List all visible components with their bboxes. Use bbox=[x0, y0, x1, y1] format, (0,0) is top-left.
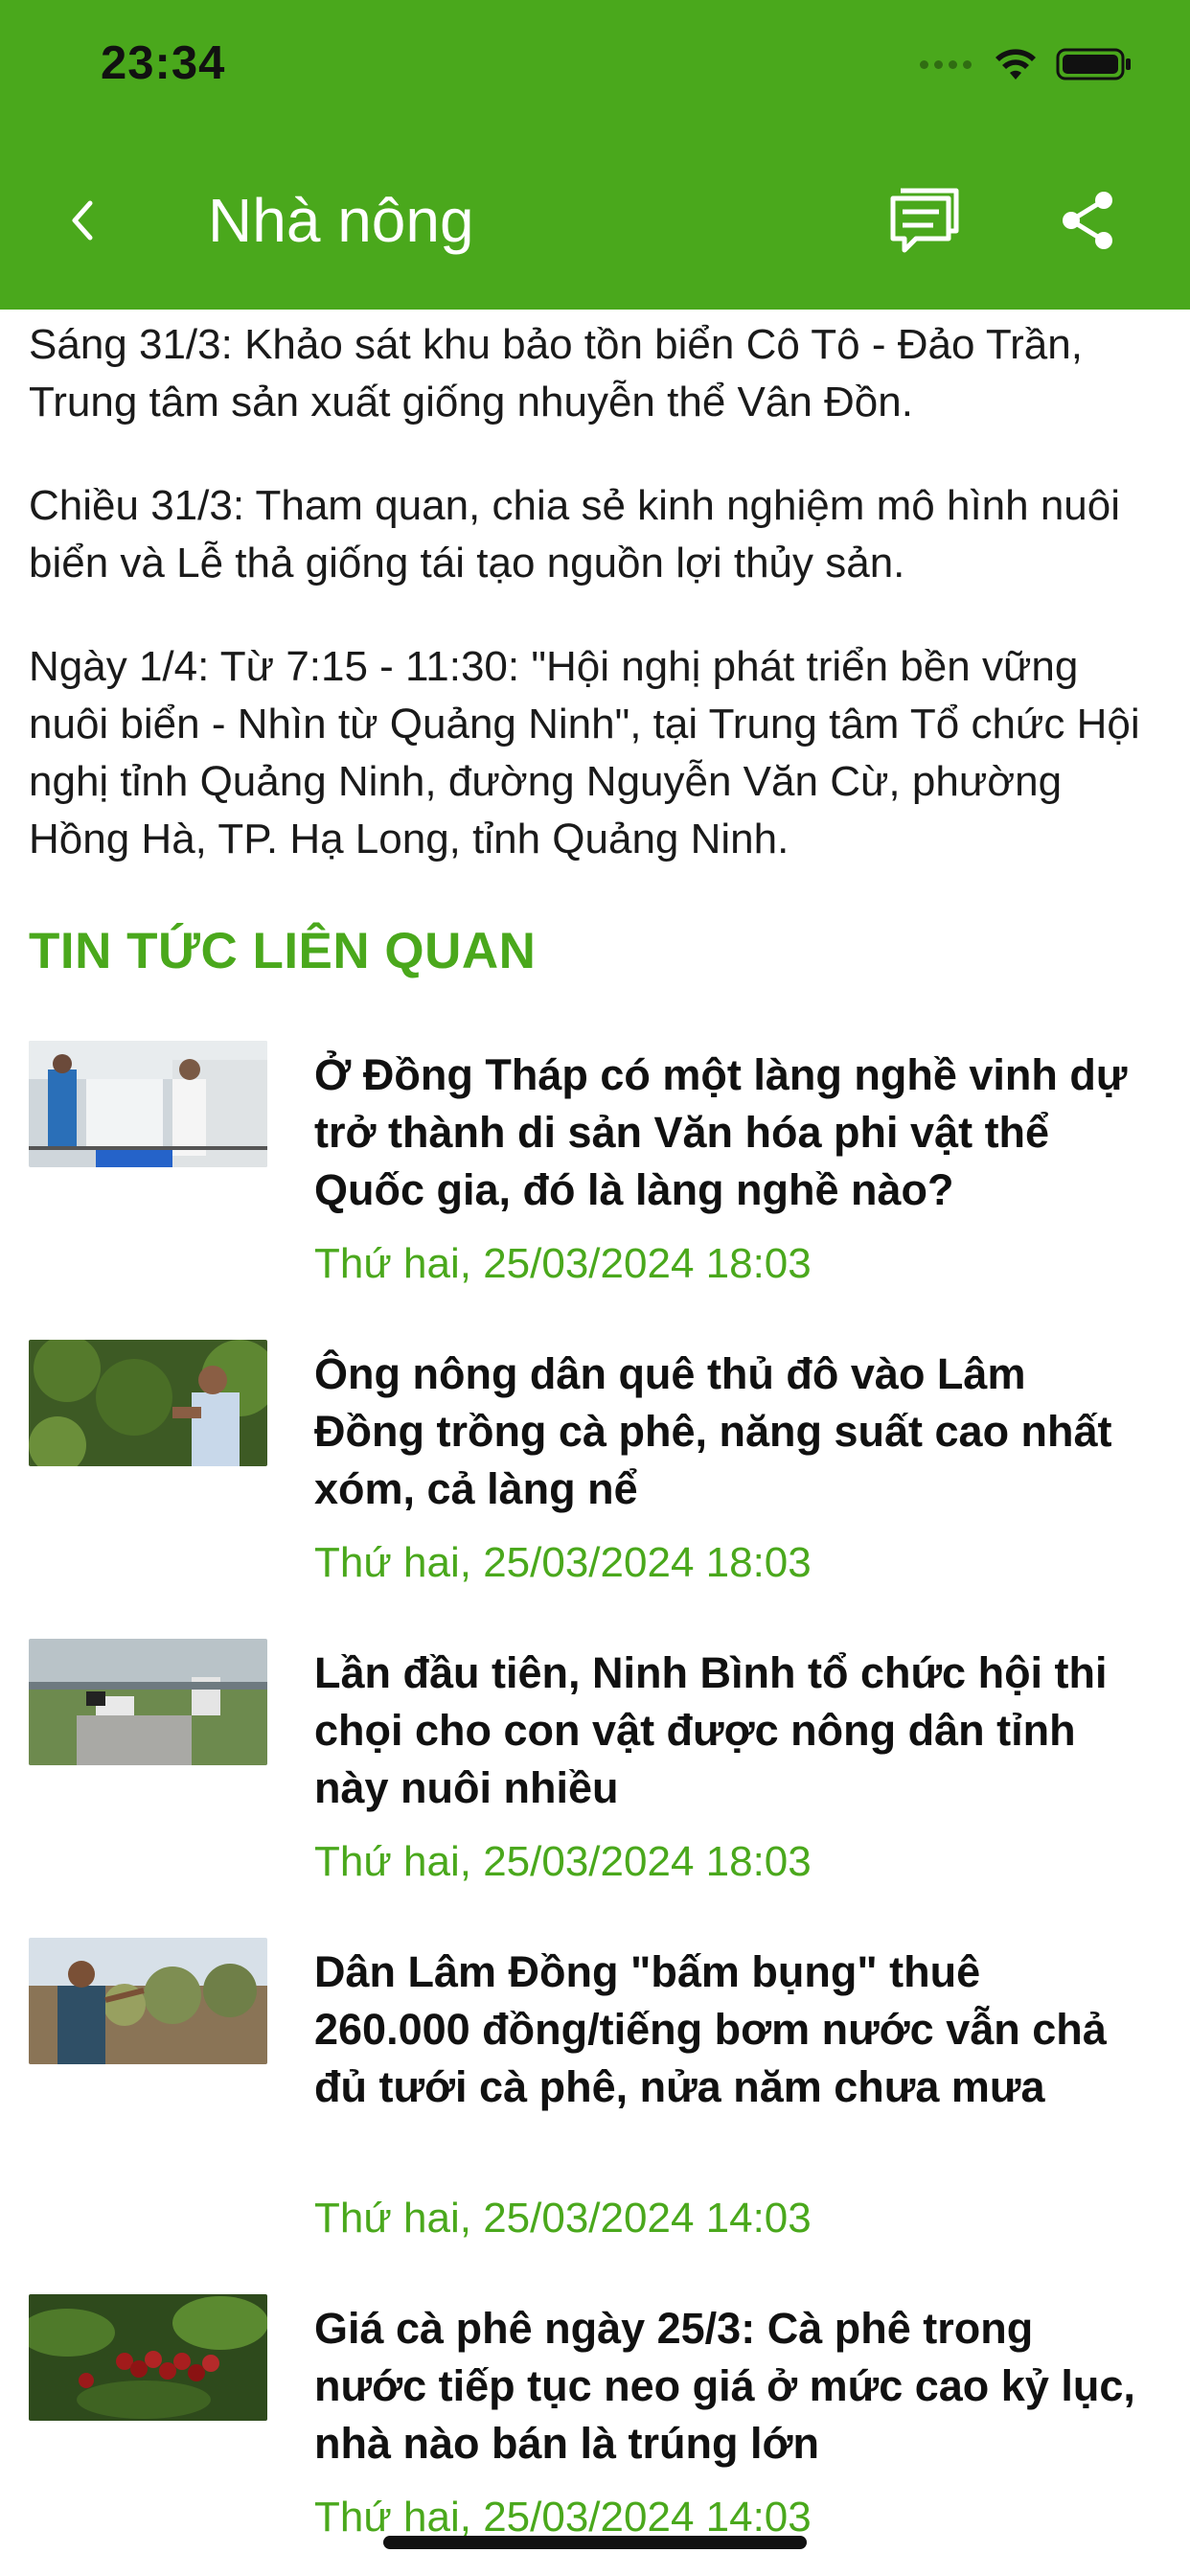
news-thumbnail bbox=[29, 1938, 267, 2064]
comments-button[interactable] bbox=[886, 182, 963, 259]
status-icons bbox=[920, 42, 1133, 86]
related-news-item[interactable]: Giá cà phê ngày 25/3: Cà phê trong nước … bbox=[0, 2294, 1190, 2572]
back-button[interactable] bbox=[53, 182, 110, 259]
news-thumbnail bbox=[29, 2294, 267, 2421]
news-title[interactable]: Dân Lâm Đồng "bấm bụng" thuê 260.000 đồn… bbox=[314, 1944, 1138, 2116]
related-news-item[interactable]: Lần đầu tiên, Ninh Bình tổ chức hội thi … bbox=[0, 1639, 1190, 1898]
article-paragraph: Chiều 31/3: Tham quan, chia sẻ kinh nghi… bbox=[29, 482, 1121, 586]
related-news-item[interactable]: Ông nông dân quê thủ đô vào Lâm Đồng trồ… bbox=[0, 1340, 1190, 1598]
cellular-signal-icon bbox=[920, 59, 972, 69]
status-time: 23:34 bbox=[101, 37, 226, 89]
news-thumbnail bbox=[29, 1340, 267, 1466]
news-title[interactable]: Giá cà phê ngày 25/3: Cà phê trong nước … bbox=[314, 2300, 1138, 2472]
related-news-item[interactable]: Ở Đồng Tháp có một làng nghề vinh dự trở… bbox=[0, 1041, 1190, 1300]
page-title: Nhà nông bbox=[208, 186, 474, 255]
news-date: Thứ hai, 25/03/2024 14:03 bbox=[314, 2494, 812, 2541]
news-title[interactable]: Ở Đồng Tháp có một làng nghề vinh dự trở… bbox=[314, 1046, 1138, 1219]
screen: 23:34 Nhà nông Sáng 31/3: Khảo sát khu b… bbox=[0, 0, 1190, 2576]
news-date: Thứ hai, 25/03/2024 18:03 bbox=[314, 1539, 812, 1586]
share-button[interactable] bbox=[1049, 182, 1126, 259]
article-body: Sáng 31/3: Khảo sát khu bảo tồn biển Cô … bbox=[29, 316, 1161, 914]
news-title[interactable]: Lần đầu tiên, Ninh Bình tổ chức hội thi … bbox=[314, 1644, 1138, 1817]
news-title[interactable]: Ông nông dân quê thủ đô vào Lâm Đồng trồ… bbox=[314, 1346, 1138, 1518]
news-date: Thứ hai, 25/03/2024 18:03 bbox=[314, 1838, 812, 1885]
wifi-icon bbox=[995, 49, 1036, 80]
comment-icon bbox=[890, 188, 959, 253]
news-thumbnail bbox=[29, 1639, 267, 1765]
news-thumbnail bbox=[29, 1041, 267, 1167]
home-indicator[interactable] bbox=[383, 2536, 807, 2549]
news-date: Thứ hai, 25/03/2024 18:03 bbox=[314, 1240, 812, 1287]
chevron-left-icon bbox=[72, 200, 93, 241]
battery-icon bbox=[1056, 48, 1131, 80]
news-date: Thứ hai, 25/03/2024 14:03 bbox=[314, 2195, 812, 2242]
share-icon bbox=[1063, 192, 1112, 249]
related-news-item[interactable]: Dân Lâm Đồng "bấm bụng" thuê 260.000 đồn… bbox=[0, 1938, 1190, 2254]
related-news-heading: TIN TỨC LIÊN QUAN bbox=[29, 923, 537, 979]
app-header: 23:34 Nhà nông bbox=[0, 0, 1190, 310]
article-paragraph: Ngày 1/4: Từ 7:15 - 11:30: "Hội nghị phá… bbox=[29, 643, 1140, 862]
article-paragraph: Sáng 31/3: Khảo sát khu bảo tồn biển Cô … bbox=[29, 321, 1083, 426]
